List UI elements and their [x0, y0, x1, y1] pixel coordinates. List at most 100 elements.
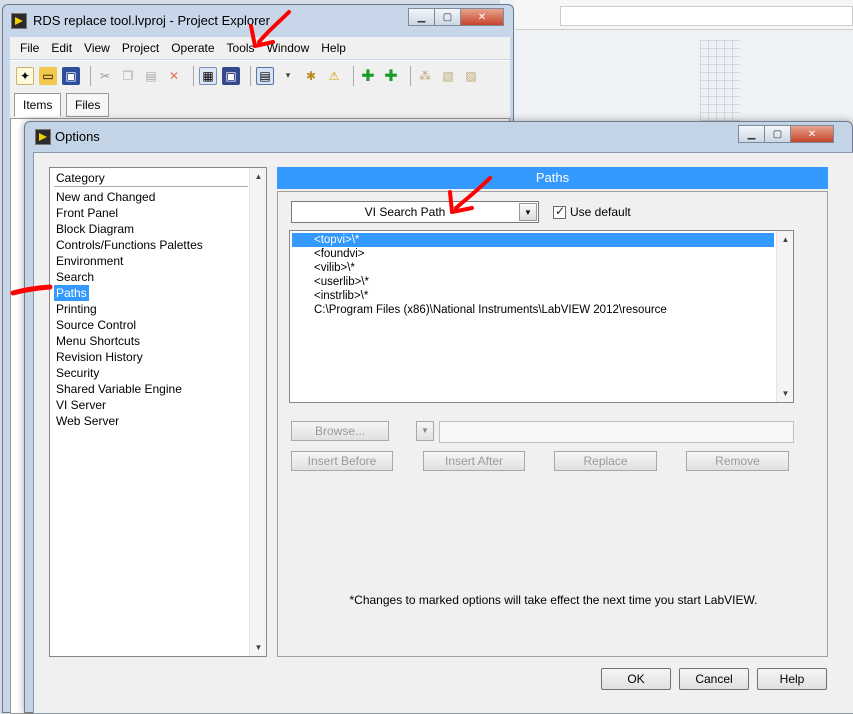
- category-row[interactable]: Source Control: [54, 317, 248, 333]
- path-item[interactable]: <userlib>\*: [292, 275, 774, 289]
- build-icon[interactable]: ▦: [199, 66, 217, 85]
- browse-button[interactable]: Browse...: [291, 421, 389, 441]
- replace-button[interactable]: Replace: [554, 451, 657, 471]
- menu-tools[interactable]: Tools: [221, 41, 261, 55]
- minimize-icon[interactable]: ▁: [738, 125, 765, 143]
- category-row[interactable]: Block Diagram: [54, 221, 248, 237]
- scroll-up-icon[interactable]: ▲: [250, 168, 267, 185]
- scroll-down-icon[interactable]: ▼: [250, 639, 267, 656]
- scroll-up-icon[interactable]: ▲: [777, 231, 794, 248]
- ok-button[interactable]: OK: [601, 668, 671, 690]
- project-explorer-title: RDS replace tool.lvproj - Project Explor…: [33, 13, 270, 28]
- close-icon[interactable]: ✕: [460, 8, 504, 26]
- insert-before-button[interactable]: Insert Before: [291, 451, 393, 471]
- path-entry-field[interactable]: [439, 421, 794, 443]
- options-dialog: Options ▁ ▢ ✕ Category New and Changed Fr…: [24, 121, 853, 714]
- use-default-checkbox[interactable]: [553, 204, 566, 219]
- category-row[interactable]: Paths: [54, 285, 248, 301]
- cut-icon[interactable]: ✂: [96, 67, 114, 85]
- category-item[interactable]: Controls/Functions Palettes: [54, 237, 248, 253]
- category-item[interactable]: Printing: [54, 301, 248, 317]
- menu-file[interactable]: File: [14, 41, 45, 55]
- category-items: New and Changed Front Panel Block Diagram C…: [54, 189, 248, 429]
- category-row[interactable]: Web Server: [54, 413, 248, 429]
- toolbar-separator: [90, 65, 91, 86]
- menu-project[interactable]: Project: [116, 41, 165, 55]
- category-row[interactable]: Search: [54, 269, 248, 285]
- category-item[interactable]: Environment: [54, 253, 248, 269]
- category-item[interactable]: Revision History: [54, 349, 248, 365]
- category-row[interactable]: New and Changed: [54, 189, 248, 205]
- insert-after-button[interactable]: Insert After: [423, 451, 525, 471]
- view-icon[interactable]: ▤: [256, 66, 274, 85]
- category-item[interactable]: New and Changed: [54, 189, 248, 205]
- category-list[interactable]: Category New and Changed Front Panel Block…: [49, 167, 267, 657]
- maximize-icon[interactable]: ▢: [764, 125, 791, 143]
- package-icon[interactable]: ▧: [439, 67, 457, 85]
- properties-icon[interactable]: ▾: [279, 67, 297, 85]
- category-row[interactable]: Front Panel: [54, 205, 248, 221]
- chevron-down-icon[interactable]: ▼: [416, 421, 434, 441]
- path-listbox[interactable]: <topvi>\* <foundvi> <vilib>\* <userlib>\* <i…: [289, 230, 794, 403]
- help-button[interactable]: Help: [757, 668, 827, 690]
- category-item[interactable]: Block Diagram: [54, 221, 248, 237]
- remove-button[interactable]: Remove: [686, 451, 789, 471]
- category-item[interactable]: Source Control: [54, 317, 248, 333]
- path-type-dropdown[interactable]: VI Search Path ▼: [291, 201, 539, 223]
- category-row[interactable]: VI Server: [54, 397, 248, 413]
- warning-icon[interactable]: ⚠: [325, 67, 343, 85]
- minimize-icon[interactable]: ▁: [408, 8, 435, 26]
- menu-edit[interactable]: Edit: [45, 41, 78, 55]
- tab-files[interactable]: Files: [66, 93, 110, 117]
- category-item[interactable]: Web Server: [54, 413, 248, 429]
- new-icon[interactable]: ✦: [16, 66, 34, 85]
- project-explorer-window-controls: ▁ ▢ ✕: [408, 8, 504, 26]
- dependencies-icon[interactable]: ⁂: [416, 67, 434, 85]
- category-item[interactable]: Front Panel: [54, 205, 248, 221]
- tab-items[interactable]: Items: [14, 93, 62, 117]
- paste-icon[interactable]: ▤: [142, 67, 160, 85]
- category-row[interactable]: Revision History: [54, 349, 248, 365]
- delete-icon[interactable]: ✕: [165, 67, 183, 85]
- path-item[interactable]: C:\Program Files (x86)\National Instrume…: [292, 303, 774, 317]
- menu-window[interactable]: Window: [261, 41, 316, 55]
- menu-operate[interactable]: Operate: [165, 41, 220, 55]
- category-item[interactable]: Menu Shortcuts: [54, 333, 248, 349]
- category-row[interactable]: Shared Variable Engine: [54, 381, 248, 397]
- category-item[interactable]: Paths: [54, 285, 89, 301]
- path-item[interactable]: <topvi>\*: [292, 233, 774, 247]
- use-default-label: Use default: [570, 205, 631, 219]
- wizard-icon[interactable]: ✱: [302, 67, 320, 85]
- deploy-icon[interactable]: ▨: [462, 67, 480, 85]
- menu-view[interactable]: View: [78, 41, 116, 55]
- category-row[interactable]: Environment: [54, 253, 248, 269]
- close-icon[interactable]: ✕: [790, 125, 834, 143]
- scroll-down-icon[interactable]: ▼: [777, 385, 794, 402]
- path-item[interactable]: <instrlib>\*: [292, 289, 774, 303]
- category-item[interactable]: Search: [54, 269, 248, 285]
- category-row[interactable]: Printing: [54, 301, 248, 317]
- add-icon[interactable]: ✚: [359, 67, 377, 85]
- path-item[interactable]: <foundvi>: [292, 247, 774, 261]
- category-scrollbar[interactable]: ▲ ▼: [249, 168, 266, 656]
- use-default[interactable]: Use default: [553, 203, 631, 221]
- cancel-button[interactable]: Cancel: [679, 668, 749, 690]
- save-icon[interactable]: ▣: [222, 66, 240, 85]
- save-all-icon[interactable]: ▣: [62, 66, 80, 85]
- path-item[interactable]: <vilib>\*: [292, 261, 774, 275]
- category-item[interactable]: Shared Variable Engine: [54, 381, 248, 397]
- add-folder-icon[interactable]: ✚: [382, 67, 400, 85]
- category-item[interactable]: Security: [54, 365, 248, 381]
- menu-help[interactable]: Help: [315, 41, 352, 55]
- copy-icon[interactable]: ❐: [119, 67, 137, 85]
- chevron-down-icon[interactable]: ▼: [519, 203, 537, 221]
- toolbar-separator: [250, 65, 251, 86]
- category-row[interactable]: Controls/Functions Palettes: [54, 237, 248, 253]
- category-item[interactable]: VI Server: [54, 397, 248, 413]
- category-row[interactable]: Security: [54, 365, 248, 381]
- options-title: Options: [55, 129, 100, 144]
- path-scrollbar[interactable]: ▲ ▼: [776, 231, 793, 402]
- open-icon[interactable]: ▭: [39, 66, 57, 85]
- maximize-icon[interactable]: ▢: [434, 8, 461, 26]
- category-row[interactable]: Menu Shortcuts: [54, 333, 248, 349]
